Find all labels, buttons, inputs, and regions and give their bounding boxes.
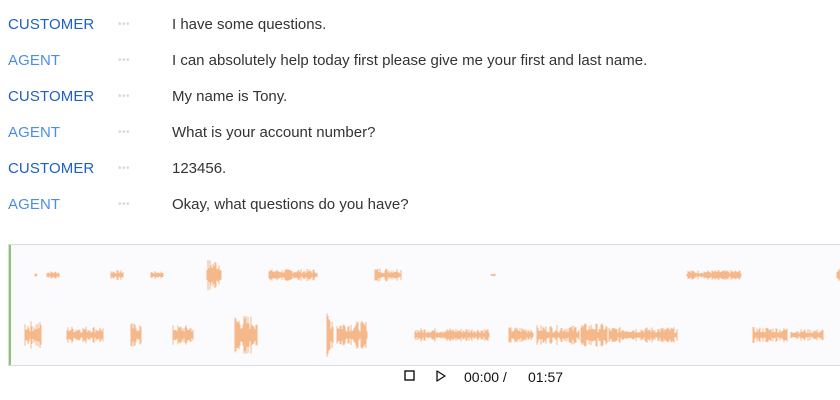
speaker-label: CUSTOMER: [8, 16, 95, 33]
speaker-label: AGENT: [8, 52, 61, 69]
more-options-icon[interactable]: •••: [118, 15, 130, 35]
more-options-icon[interactable]: •••: [118, 87, 130, 107]
call-transcript-player: CUSTOMER ••• I have some questions. AGEN…: [0, 0, 840, 400]
message-text: I have some questions.: [172, 16, 327, 33]
stop-icon: [404, 370, 415, 381]
audio-waveform[interactable]: [8, 244, 840, 366]
more-options-icon[interactable]: •••: [118, 159, 130, 179]
message-text: 123456.: [172, 160, 227, 177]
speaker-label: AGENT: [8, 124, 61, 141]
transcript-row: CUSTOMER ••• I have some questions.: [0, 13, 840, 37]
message-text: My name is Tony.: [172, 88, 288, 105]
transcript-row: AGENT ••• Okay, what questions do you ha…: [0, 193, 840, 217]
more-options-icon[interactable]: •••: [118, 51, 130, 71]
message-text: Okay, what questions do you have?: [172, 196, 409, 213]
play-icon: [436, 370, 446, 382]
total-duration: 01:57: [528, 369, 564, 385]
transcript-row: AGENT ••• I can absolutely help today fi…: [0, 49, 840, 73]
message-text: I can absolutely help today first please…: [172, 52, 648, 69]
more-options-icon[interactable]: •••: [118, 195, 130, 215]
transcript-row: CUSTOMER ••• My name is Tony.: [0, 85, 840, 109]
speaker-label: CUSTOMER: [8, 160, 95, 177]
current-time: 00:00 /: [464, 369, 507, 385]
waveform-graphic: [24, 259, 840, 357]
play-button[interactable]: [433, 367, 451, 387]
stop-button[interactable]: [402, 367, 420, 387]
speaker-label: AGENT: [8, 196, 61, 213]
speaker-label: CUSTOMER: [8, 88, 95, 105]
player-controls: 00:00 / 01:57: [0, 366, 840, 388]
transcript-row: AGENT ••• What is your account number?: [0, 121, 840, 145]
transcript-row: CUSTOMER ••• 123456.: [0, 157, 840, 181]
transcript-list: CUSTOMER ••• I have some questions. AGEN…: [0, 0, 840, 228]
more-options-icon[interactable]: •••: [118, 123, 130, 143]
message-text: What is your account number?: [172, 124, 376, 141]
